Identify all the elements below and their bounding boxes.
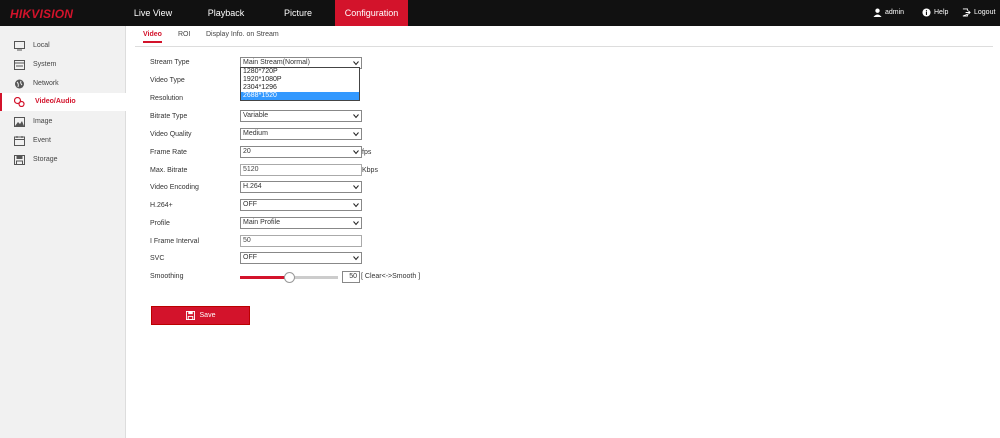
sidebar-item-video-audio[interactable]: Video/Audio bbox=[0, 93, 127, 111]
chevron-down-icon bbox=[353, 185, 359, 190]
chevron-down-icon bbox=[353, 256, 359, 261]
system-icon bbox=[14, 60, 25, 70]
svc-label: SVC bbox=[150, 255, 165, 262]
tab-video[interactable]: Video bbox=[143, 31, 162, 43]
frame-rate-select[interactable]: 20 bbox=[240, 146, 362, 158]
save-icon bbox=[185, 310, 195, 320]
i-frame-interval-label: I Frame Interval bbox=[150, 238, 200, 245]
chevron-down-icon bbox=[353, 114, 359, 119]
svg-text:i: i bbox=[925, 10, 927, 17]
video-audio-icon bbox=[14, 97, 25, 107]
video-quality-select[interactable]: Medium bbox=[240, 128, 362, 140]
sidebar-item-event[interactable]: Event bbox=[0, 132, 125, 150]
sidebar-item-network[interactable]: Network bbox=[0, 75, 125, 93]
bitrate-type-label: Bitrate Type bbox=[150, 113, 188, 120]
logout-icon bbox=[962, 8, 971, 17]
max-bitrate-unit: Kbps bbox=[362, 167, 378, 174]
sidebar-item-local[interactable]: Local bbox=[0, 37, 125, 55]
frame-rate-value: 20 bbox=[243, 148, 251, 155]
sidebar-item-system[interactable]: System bbox=[0, 56, 125, 74]
sidebar-item-label: Event bbox=[33, 137, 51, 144]
nav-configuration[interactable]: Configuration bbox=[335, 0, 408, 26]
help-link[interactable]: i Help bbox=[922, 0, 948, 26]
sidebar-item-label: Image bbox=[33, 118, 53, 125]
username: admin bbox=[885, 9, 905, 16]
user-icon bbox=[873, 8, 882, 17]
profile-select[interactable]: Main Profile bbox=[240, 217, 362, 229]
video-type-label: Video Type bbox=[150, 77, 185, 84]
save-button-label: Save bbox=[199, 312, 216, 319]
chevron-down-icon bbox=[353, 150, 359, 155]
video-encoding-value: H.264 bbox=[243, 183, 262, 190]
monitor-icon bbox=[14, 41, 25, 51]
sidebar-item-label: Network bbox=[33, 80, 59, 87]
sidebar-item-image[interactable]: Image bbox=[0, 113, 125, 131]
h264-plus-select[interactable]: OFF bbox=[240, 199, 362, 211]
resolution-label: Resolution bbox=[150, 95, 184, 102]
smoothing-hint: [ Clear<->Smooth ] bbox=[361, 273, 421, 280]
chevron-down-icon bbox=[353, 203, 359, 208]
chevron-down-icon bbox=[353, 61, 359, 66]
max-bitrate-label: Max. Bitrate bbox=[150, 167, 188, 174]
smoothing-slider-fill bbox=[240, 276, 289, 279]
sidebar: Local System Network Video/Audio Image E… bbox=[0, 26, 127, 438]
logout-label: Logout bbox=[974, 9, 996, 16]
bitrate-type-value: Variable bbox=[243, 112, 269, 119]
nav-picture[interactable]: Picture bbox=[270, 0, 326, 26]
hikvision-logo: HIKVISION bbox=[10, 7, 74, 21]
tab-display-info[interactable]: Display Info. on Stream bbox=[206, 31, 279, 38]
smoothing-slider-handle[interactable] bbox=[284, 272, 295, 283]
chevron-down-icon bbox=[353, 132, 359, 137]
frame-rate-unit: fps bbox=[362, 149, 372, 156]
video-encoding-select[interactable]: H.264 bbox=[240, 181, 362, 193]
help-label: Help bbox=[934, 9, 949, 16]
disk-icon bbox=[14, 155, 25, 165]
stream-type-value: Main Stream(Normal) bbox=[243, 59, 310, 66]
chevron-down-icon bbox=[353, 221, 359, 226]
profile-label: Profile bbox=[150, 220, 170, 227]
video-encoding-label: Video Encoding bbox=[150, 184, 199, 191]
svc-select[interactable]: OFF bbox=[240, 252, 362, 264]
logout-link[interactable]: Logout bbox=[962, 0, 995, 26]
globe-icon bbox=[15, 79, 24, 89]
video-quality-value: Medium bbox=[243, 130, 268, 137]
nav-live-view[interactable]: Live View bbox=[124, 0, 182, 26]
save-button[interactable]: Save bbox=[151, 306, 250, 325]
smoothing-value-input[interactable]: 50 bbox=[342, 271, 360, 283]
sidebar-item-label: Local bbox=[33, 42, 50, 49]
user-menu[interactable]: admin bbox=[873, 0, 904, 26]
help-icon: i bbox=[922, 8, 931, 17]
smoothing-label: Smoothing bbox=[150, 273, 184, 280]
h264-plus-label: H.264+ bbox=[150, 202, 173, 209]
image-icon bbox=[14, 117, 25, 127]
tab-roi[interactable]: ROI bbox=[178, 31, 190, 38]
bitrate-type-select[interactable]: Variable bbox=[240, 110, 362, 122]
sidebar-item-label: Storage bbox=[33, 156, 58, 163]
smoothing-slider[interactable] bbox=[240, 272, 338, 283]
frame-rate-label: Frame Rate bbox=[150, 149, 187, 156]
resolution-option-selected[interactable]: 2688*1520 bbox=[241, 92, 359, 100]
calendar-icon bbox=[14, 136, 25, 146]
resolution-dropdown-list[interactable]: 1280*720P 1920*1080P 2304*1296 2688*1520 bbox=[240, 67, 360, 101]
resolution-option[interactable]: 2304*1296 bbox=[241, 84, 359, 92]
h264-plus-value: OFF bbox=[243, 201, 257, 208]
profile-value: Main Profile bbox=[243, 219, 280, 226]
nav-playback[interactable]: Playback bbox=[196, 0, 256, 26]
sidebar-item-label: System bbox=[33, 61, 57, 68]
stream-type-label: Stream Type bbox=[150, 59, 190, 66]
svc-value: OFF bbox=[243, 254, 257, 261]
tab-divider bbox=[135, 46, 993, 47]
video-quality-label: Video Quality bbox=[150, 131, 192, 138]
max-bitrate-input[interactable]: 5120 bbox=[240, 164, 362, 176]
sidebar-item-label: Video/Audio bbox=[35, 98, 76, 105]
i-frame-interval-input[interactable]: 50 bbox=[240, 235, 362, 247]
sidebar-item-storage[interactable]: Storage bbox=[0, 151, 125, 169]
resolution-option[interactable]: 1920*1080P bbox=[241, 76, 359, 84]
resolution-option[interactable]: 1280*720P bbox=[241, 68, 359, 76]
top-navigation-bar: HIKVISION Live View Playback Picture Con… bbox=[0, 0, 1000, 26]
